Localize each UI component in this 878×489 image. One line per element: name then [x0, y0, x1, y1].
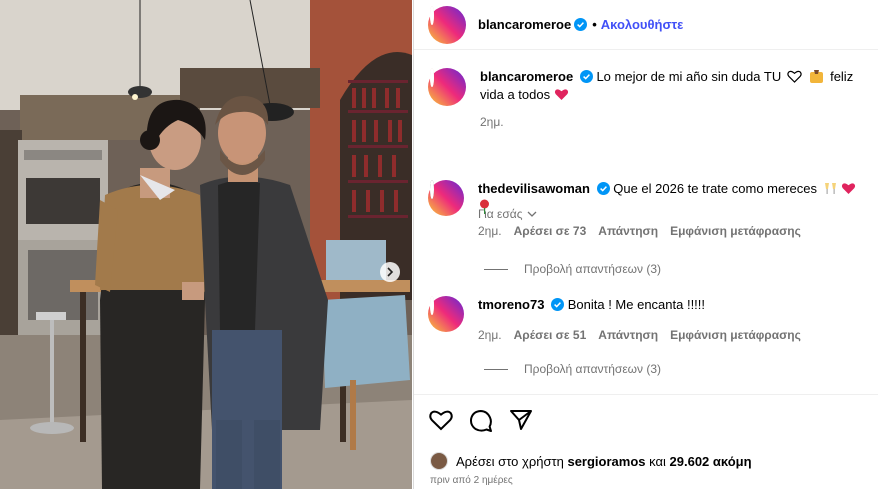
likes-prefix: Αρέσει στο χρήστη: [456, 453, 564, 469]
comment-text: Que el 2026 te trate como mereces: [613, 181, 818, 196]
comment-time: 2ημ.: [478, 224, 502, 238]
comment-text: Bonita ! Me encanta !!!!!: [567, 297, 706, 312]
comment-time: 2ημ.: [478, 328, 502, 342]
post-side-panel: blancaromeroe • Ακολουθήστε blancaromero…: [413, 0, 878, 489]
clinking-glasses-emoji-icon: [821, 181, 842, 196]
post-timestamp: πριν από 2 ημέρες: [430, 475, 513, 486]
post-header: blancaromeroe • Ακολουθήστε: [414, 0, 878, 50]
red-heart-icon: [554, 87, 569, 102]
chevron-right-icon: [385, 267, 395, 277]
rose-emoji-icon: [478, 199, 491, 214]
reply-button[interactable]: Απάντηση: [598, 222, 658, 240]
comment-avatar[interactable]: [428, 180, 464, 216]
heart-icon[interactable]: [429, 409, 453, 433]
caption-username[interactable]: blancaromeroe: [480, 69, 573, 84]
liker-username[interactable]: sergioramos: [567, 454, 645, 469]
white-heart-icon: [785, 69, 806, 84]
caption: blancaromeroe Lo mejor de mi año sin dud…: [428, 68, 864, 131]
verified-icon: [551, 298, 565, 311]
comment-likes-count[interactable]: Αρέσει σε 73: [514, 222, 587, 240]
share-icon[interactable]: [509, 409, 533, 433]
follow-button[interactable]: Ακολουθήστε: [601, 17, 684, 32]
separator-dot: •: [592, 17, 597, 32]
comment-username[interactable]: thedevilisawoman: [478, 181, 590, 196]
photo-illustration: [0, 0, 412, 489]
likes-count[interactable]: 29.602 ακόμη: [670, 454, 752, 469]
red-heart-icon: [841, 181, 856, 196]
replies-divider: [484, 368, 508, 370]
champagne-emoji-icon: [805, 69, 830, 84]
author-username[interactable]: blancaromeroe: [478, 17, 571, 32]
reply-button[interactable]: Απάντηση: [598, 326, 658, 344]
comments-list[interactable]: blancaromeroe Lo mejor de mi año sin dud…: [414, 54, 878, 394]
comment-likes-count[interactable]: Αρέσει σε 51: [514, 326, 587, 344]
carousel-next-button[interactable]: [380, 262, 400, 282]
view-replies-button[interactable]: Προβολή απαντήσεων (3): [484, 362, 661, 376]
comment-item: thedevilisawoman Que el 2026 te trate co…: [428, 180, 864, 240]
verified-icon: [574, 18, 588, 31]
view-replies-label: Προβολή απαντήσεων (3): [524, 362, 662, 376]
post-actions: Αρέσει στο χρήστη sergioramos και 29.602…: [414, 394, 878, 489]
comment-avatar[interactable]: [428, 296, 464, 332]
likes-summary[interactable]: Αρέσει στο χρήστη sergioramos και 29.602…: [430, 452, 752, 470]
author-avatar[interactable]: [428, 5, 466, 44]
caption-text-a: Lo mejor de mi año sin duda TU: [596, 69, 782, 84]
likes-middle: και: [649, 453, 666, 469]
verified-icon: [596, 182, 610, 195]
view-replies-button[interactable]: Προβολή απαντήσεων (3): [484, 262, 661, 276]
replies-divider: [484, 268, 508, 270]
comment-username[interactable]: tmoreno73: [478, 297, 544, 312]
see-translation-button[interactable]: Εμφάνιση μετάφρασης: [670, 222, 801, 240]
comment-icon[interactable]: [469, 409, 493, 433]
see-translation-button[interactable]: Εμφάνιση μετάφρασης: [670, 326, 801, 344]
verified-icon: [579, 70, 593, 83]
caption-time: 2ημ.: [480, 115, 504, 129]
caption-avatar[interactable]: [428, 68, 466, 106]
liker-avatar[interactable]: [430, 452, 448, 470]
view-replies-label: Προβολή απαντήσεων (3): [524, 262, 662, 276]
comment-item: tmoreno73 Bonita ! Me encanta !!!!! 2ημ.…: [428, 296, 864, 344]
post-photo[interactable]: [0, 0, 412, 489]
